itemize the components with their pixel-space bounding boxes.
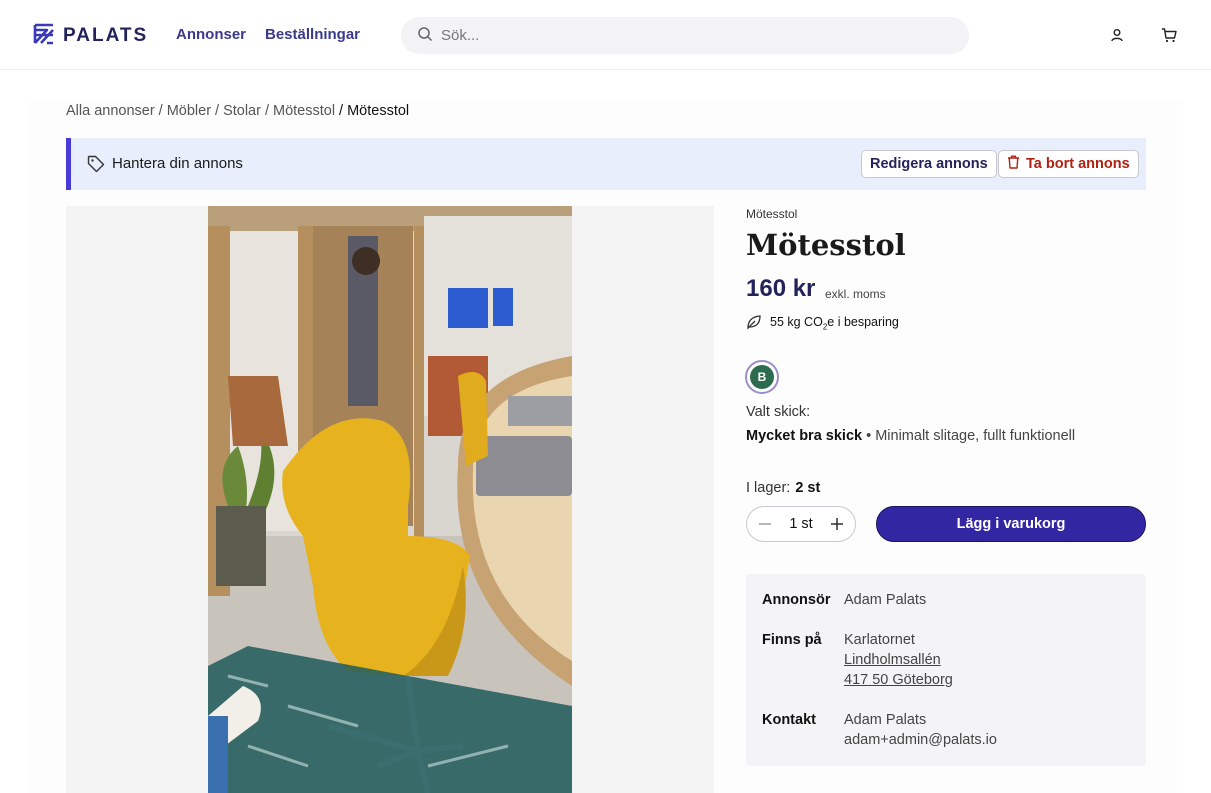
location-street-link[interactable]: Lindholmsallén [844, 652, 941, 668]
quantity-value: 1 st [789, 516, 813, 532]
product-image-panel[interactable] [66, 206, 714, 793]
contact-name: Adam Palats [844, 712, 927, 728]
location-city-link[interactable]: 417 50 Göteborg [844, 672, 953, 688]
product-title: Mötesstol [746, 228, 906, 262]
tag-icon [87, 155, 105, 176]
breadcrumb: Alla annonser / Möbler / Stolar / Mötess… [66, 103, 409, 119]
nav-bestallningar[interactable]: Beställningar [265, 26, 360, 43]
logo[interactable]: PALATS [33, 23, 148, 48]
decrease-quantity-icon[interactable] [757, 516, 773, 532]
stock-info: I lager: 2 st [746, 480, 820, 496]
add-to-cart-button[interactable]: Lägg i varukorg [876, 506, 1146, 542]
breadcrumb-separator: / [158, 103, 163, 119]
edit-listing-label: Redigera annons [870, 156, 988, 172]
condition-grade-selector[interactable]: B [745, 360, 779, 394]
location-name: Karlatornet [844, 632, 915, 648]
location-label: Finns på [762, 632, 822, 648]
contact-email[interactable]: adam+admin@palats.io [844, 732, 997, 748]
delete-listing-label: Ta bort annons [1026, 156, 1130, 172]
delete-listing-button[interactable]: Ta bort annons [998, 150, 1139, 178]
product-price: 160 kr [746, 275, 816, 302]
increase-quantity-icon[interactable] [829, 516, 845, 532]
trash-icon [1007, 155, 1020, 173]
condition-label: Valt skick: [746, 404, 811, 420]
vat-note: exkl. moms [825, 287, 886, 301]
logo-text: PALATS [63, 24, 149, 46]
co2-suffix: e i besparing [827, 315, 899, 330]
co2-prefix: 55 kg CO [770, 315, 823, 330]
condition-separator: • [866, 428, 872, 444]
condition-description: Mycket bra skick • Minimalt slitage, ful… [746, 428, 1075, 444]
leaf-icon [746, 314, 762, 333]
breadcrumb-separator: / [264, 103, 269, 119]
advertiser-value: Adam Palats [844, 592, 927, 608]
edit-listing-button[interactable]: Redigera annons [861, 150, 997, 178]
breadcrumb-separator: / [339, 103, 344, 119]
manage-listing-bar: Hantera din annons Redigera annons Ta bo… [66, 138, 1146, 190]
product-photo [208, 206, 572, 793]
manage-listing-text: Hantera din annons [112, 155, 243, 172]
breadcrumb-current: Mötesstol [347, 103, 410, 119]
contact-label: Kontakt [762, 712, 816, 728]
condition-detail: Minimalt slitage, fullt funktionell [875, 428, 1076, 444]
stock-label: I lager: [746, 480, 791, 496]
co2-text: 55 kg CO2e i besparing [770, 315, 899, 332]
palats-logo-icon [33, 23, 55, 48]
co2-savings: 55 kg CO2e i besparing [746, 314, 899, 333]
breadcrumb-separator: / [215, 103, 220, 119]
quantity-stepper[interactable]: 1 st [746, 506, 856, 542]
top-header: PALATS Annonser Beställningar [0, 0, 1211, 70]
search-input[interactable] [441, 27, 921, 44]
search-bar[interactable] [401, 17, 969, 54]
condition-name: Mycket bra skick [746, 428, 863, 444]
breadcrumb-item[interactable]: Möbler [167, 103, 211, 119]
nav-annonser[interactable]: Annonser [176, 26, 246, 43]
advertiser-label: Annonsör [762, 592, 831, 608]
breadcrumb-item[interactable]: Stolar [223, 103, 261, 119]
product-category: Mötesstol [746, 207, 798, 221]
breadcrumb-item[interactable]: Alla annonser [66, 103, 155, 119]
condition-grade-badge: B [750, 365, 774, 389]
breadcrumb-item[interactable]: Mötesstol [273, 103, 335, 119]
user-icon[interactable] [1108, 26, 1126, 44]
stock-value: 2 st [795, 480, 821, 496]
cart-icon[interactable] [1160, 26, 1178, 44]
search-icon [417, 26, 433, 45]
seller-info-box: Annonsör Adam Palats Finns på Karlatorne… [746, 574, 1146, 766]
